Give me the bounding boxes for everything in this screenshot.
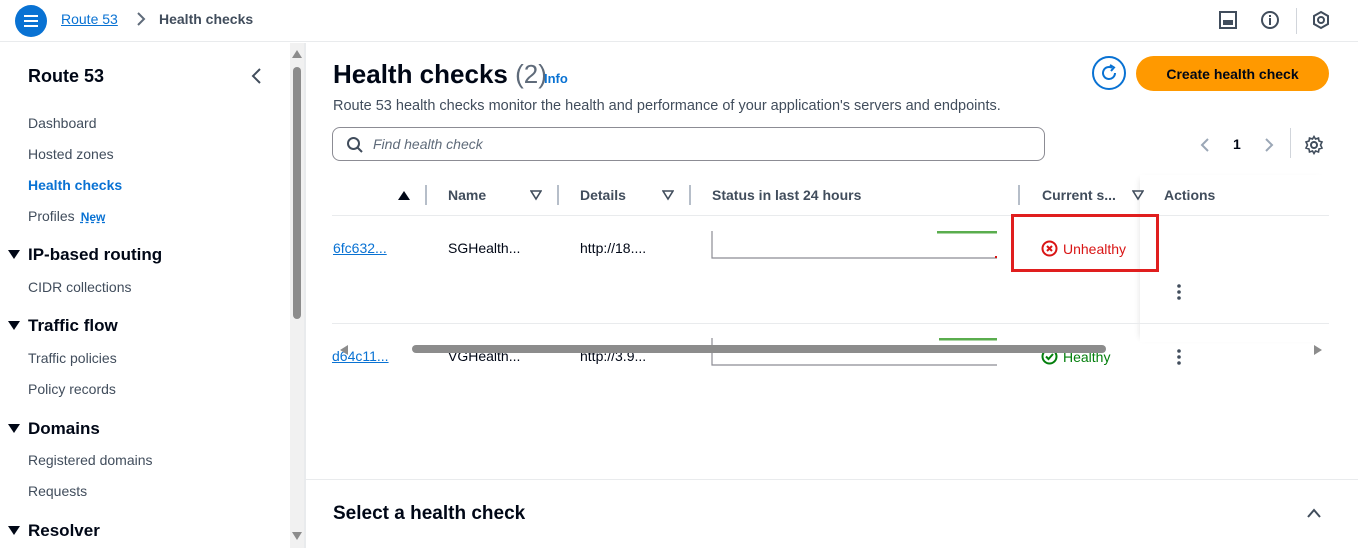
- chevron-up-icon[interactable]: [1306, 507, 1322, 519]
- sort-icon[interactable]: [530, 189, 542, 201]
- topbar-divider: [1296, 8, 1297, 34]
- column-header-status-24h[interactable]: Status in last 24 hours: [712, 187, 861, 203]
- search-input[interactable]: [373, 134, 1033, 154]
- header-divider: [332, 215, 1329, 216]
- column-separator[interactable]: [425, 185, 427, 205]
- column-separator[interactable]: [689, 185, 691, 205]
- breadcrumb-current: Health checks: [159, 11, 254, 27]
- health-check-name: SGHealth...: [448, 240, 521, 256]
- info-link[interactable]: Info: [544, 71, 568, 86]
- sidebar-item-requests[interactable]: Requests: [28, 483, 87, 499]
- section-label: Resolver: [28, 521, 100, 540]
- sort-ascending-icon[interactable]: [398, 189, 410, 201]
- feedback-icon[interactable]: [1311, 10, 1331, 30]
- split-panel: Select a health check: [306, 479, 1358, 548]
- column-header-current-status[interactable]: Current s...: [1042, 187, 1116, 203]
- health-check-id-link[interactable]: 6fc632...: [333, 240, 387, 256]
- main-content: Health checks (2) Info Route 53 health c…: [306, 43, 1358, 548]
- sidebar-item-profiles[interactable]: Profiles New: [28, 208, 105, 224]
- chevron-right-icon[interactable]: [1263, 137, 1275, 153]
- split-panel-icon[interactable]: [1218, 10, 1238, 30]
- annotation-highlight-box: [1011, 214, 1159, 272]
- refresh-button[interactable]: [1092, 56, 1126, 90]
- sidebar-scrollbar-thumb[interactable]: [293, 67, 301, 319]
- sidebar-section-resolver[interactable]: Resolver: [8, 521, 100, 541]
- split-panel-title: Select a health check: [333, 503, 526, 524]
- caret-down-icon: [8, 321, 20, 330]
- sidebar-item-registered-domains[interactable]: Registered domains: [28, 452, 153, 468]
- search-field: [332, 127, 1045, 161]
- refresh-icon: [1102, 64, 1116, 80]
- search-icon: [347, 137, 363, 153]
- chevron-left-icon[interactable]: [1199, 137, 1211, 153]
- scroll-left-arrow-icon[interactable]: [340, 345, 348, 355]
- sort-icon[interactable]: [1132, 189, 1144, 201]
- sidebar-item-cidr-collections[interactable]: CIDR collections: [28, 279, 131, 295]
- more-actions-icon[interactable]: [1177, 284, 1181, 300]
- pagination-divider: [1290, 128, 1291, 158]
- create-health-check-button[interactable]: Create health check: [1136, 56, 1329, 91]
- column-header-actions: Actions: [1164, 187, 1216, 203]
- caret-down-icon: [8, 526, 20, 535]
- side-navigation: Route 53 Dashboard Hosted zones Health c…: [0, 43, 290, 548]
- page-title-count: (2): [515, 59, 547, 89]
- sidebar-item-dashboard[interactable]: Dashboard: [28, 115, 97, 131]
- menu-toggle-button[interactable]: [15, 5, 47, 37]
- section-label: Traffic flow: [28, 316, 118, 335]
- chevron-left-icon[interactable]: [249, 68, 265, 84]
- sidebar-section-domains[interactable]: Domains: [8, 419, 100, 439]
- hamburger-icon: [24, 15, 38, 27]
- pagination-current-page[interactable]: 1: [1233, 136, 1241, 152]
- column-header-name[interactable]: Name: [448, 187, 486, 203]
- page-title: Health checks (2): [333, 59, 547, 90]
- new-badge: New: [80, 210, 106, 224]
- sidebar-item-health-checks[interactable]: Health checks: [28, 177, 122, 193]
- column-separator[interactable]: [557, 185, 559, 205]
- sidebar-item-policy-records[interactable]: Policy records: [28, 381, 116, 397]
- sidebar-item-traffic-policies[interactable]: Traffic policies: [28, 350, 117, 366]
- sidebar-item-hosted-zones[interactable]: Hosted zones: [28, 146, 114, 162]
- section-label: IP-based routing: [28, 245, 163, 264]
- sidebar-section-traffic-flow[interactable]: Traffic flow: [8, 316, 118, 336]
- section-label: Domains: [28, 419, 100, 438]
- chevron-right-icon: [137, 12, 146, 26]
- sidebar-title[interactable]: Route 53: [28, 66, 104, 87]
- scroll-right-arrow-icon[interactable]: [1314, 345, 1322, 355]
- health-checks-table: Name Details Status in last 24 hours Cur…: [332, 175, 1329, 366]
- caret-down-icon: [8, 250, 20, 259]
- sort-icon[interactable]: [662, 189, 674, 201]
- row-divider: [332, 323, 1329, 324]
- info-icon[interactable]: [1260, 10, 1280, 30]
- breadcrumb-route53-link[interactable]: Route 53: [61, 11, 118, 27]
- scroll-down-arrow-icon[interactable]: [292, 532, 302, 540]
- gear-icon[interactable]: [1304, 135, 1324, 155]
- sidebar-item-label: Profiles: [28, 208, 75, 224]
- caret-down-icon: [8, 424, 20, 433]
- status-sparkline: [711, 231, 997, 259]
- table-horizontal-scrollbar-thumb[interactable]: [412, 345, 1106, 353]
- page-title-text: Health checks: [333, 59, 508, 89]
- more-actions-icon[interactable]: [1177, 349, 1181, 365]
- column-separator[interactable]: [1018, 185, 1020, 205]
- sidebar-section-ip-routing[interactable]: IP-based routing: [8, 245, 162, 265]
- health-check-details: http://18....: [580, 240, 647, 256]
- page-description: Route 53 health checks monitor the healt…: [333, 98, 1001, 114]
- column-header-details[interactable]: Details: [580, 187, 626, 203]
- top-navigation-bar: Route 53 Health checks: [0, 0, 1358, 42]
- scroll-up-arrow-icon[interactable]: [292, 50, 302, 58]
